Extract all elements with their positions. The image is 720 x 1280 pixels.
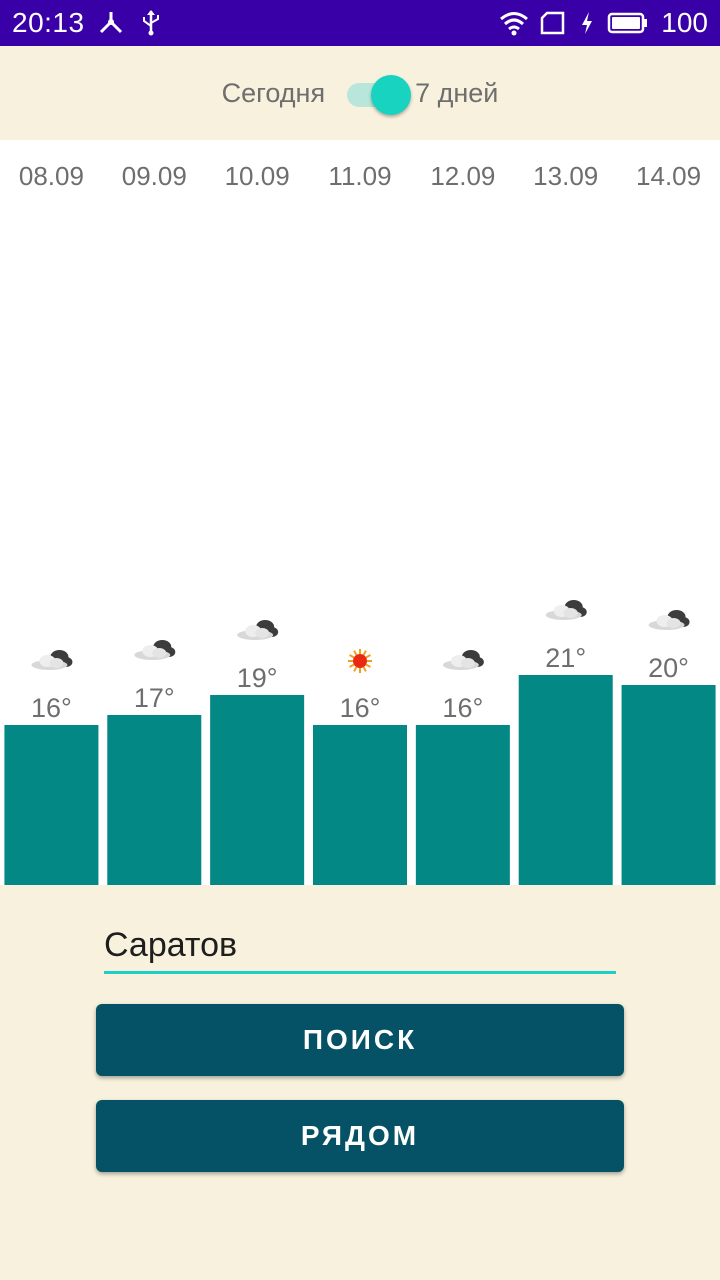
city-input-wrap [104,920,616,978]
temperature-label: 16° [340,693,381,723]
nearby-button[interactable]: РЯДОМ [96,1100,624,1172]
sim-card-icon [539,9,567,37]
temperature-label: 21° [545,643,586,673]
battery-icon [607,9,649,37]
toggle-label-week[interactable]: 7 дней [415,78,498,109]
date-label: 12.09 [430,161,495,191]
city-input[interactable] [104,920,616,974]
sun-icon [348,649,372,673]
status-time: 20:13 [12,7,85,38]
temperature-bar [4,725,99,885]
cloud-icon [237,620,279,640]
temperature-label: 19° [237,663,278,693]
search-button[interactable]: ПОИСК [96,1004,624,1076]
temperature-bar [518,675,613,885]
network-share-icon [97,9,125,37]
battery-level: 100 [661,7,708,38]
date-label: 09.09 [122,161,187,191]
toggle-label-today[interactable]: Сегодня [222,78,325,109]
cloud-icon [31,650,73,670]
cloud-icon [545,600,587,620]
status-bar-right: 100 [499,0,708,46]
date-label: 11.09 [328,161,391,191]
usb-icon [137,9,165,37]
temperature-label: 20° [648,653,689,683]
cloud-icon [442,650,484,670]
cloud-icon [648,610,690,630]
switch-thumb[interactable] [371,75,412,115]
date-label: 13.09 [533,161,598,191]
status-bar: 20:13 100 [0,0,720,46]
date-label: 08.09 [19,161,84,191]
temperature-label: 16° [442,693,483,723]
temperature-bar [107,715,202,885]
cloud-icon [134,640,176,660]
temperature-bar [415,725,510,885]
temperature-bar [313,725,407,885]
date-label: 14.09 [636,161,701,191]
temperature-label: 17° [134,683,175,713]
status-bar-left: 20:13 [12,0,165,46]
date-label: 10.09 [225,161,290,191]
charging-icon [579,9,595,37]
temperature-label: 16° [31,693,72,723]
wifi-icon [499,9,529,37]
period-toggle-bar: Сегодня 7 дней [0,46,720,140]
forecast-chart: 08.09 16° 09.09 17° 10.09 19° 11.09 16° 12.09 16°… [0,140,720,885]
forecast-chart-svg: 08.09 16° 09.09 17° 10.09 19° 11.09 16° 12.09 16°… [4,161,716,885]
period-switch[interactable] [345,73,412,115]
temperature-bar [621,685,716,885]
temperature-bar [210,695,305,885]
